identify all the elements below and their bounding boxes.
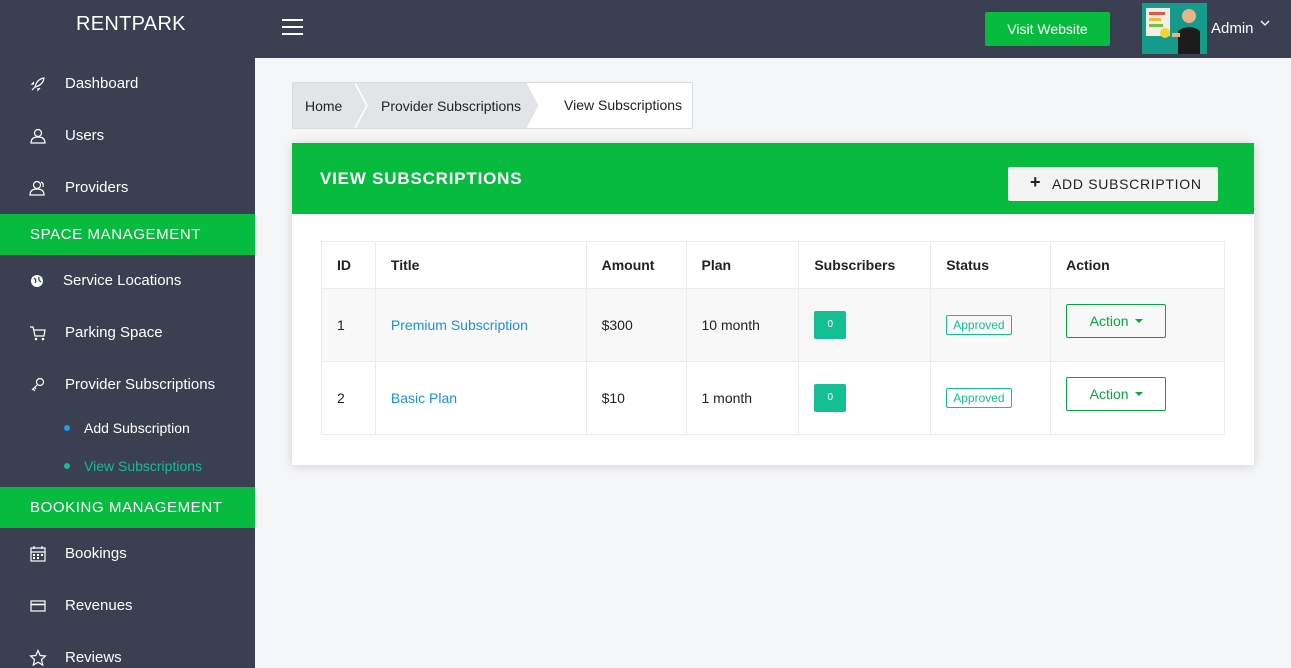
sidebar-subitem-view-subscriptions[interactable]: View Subscriptions bbox=[0, 449, 255, 487]
add-subscription-button[interactable]: + ADD SUBSCRIPTION bbox=[1008, 167, 1218, 201]
chevron-down-icon[interactable] bbox=[1259, 17, 1271, 32]
cart-icon bbox=[29, 324, 47, 342]
sidebar-item-label: Parking Space bbox=[65, 324, 163, 341]
cell-status: Approved bbox=[930, 361, 1052, 435]
caret-down-icon bbox=[1134, 391, 1143, 396]
menu-toggle-icon[interactable] bbox=[282, 19, 303, 37]
key-icon bbox=[29, 376, 47, 394]
sidebar-item-label: Bookings bbox=[65, 545, 127, 562]
status-badge: Approved bbox=[946, 315, 1012, 335]
sidebar-item-bookings[interactable]: Bookings bbox=[0, 528, 255, 580]
action-dropdown-button[interactable]: Action bbox=[1066, 376, 1167, 411]
rocket-icon bbox=[29, 75, 47, 93]
breadcrumb-home[interactable]: Home bbox=[293, 83, 355, 128]
globe-icon bbox=[29, 272, 47, 290]
visit-website-button[interactable]: Visit Website bbox=[985, 12, 1110, 46]
column-header-title: Title bbox=[374, 241, 587, 289]
sidebar-subitem-label: Add Subscription bbox=[84, 420, 190, 436]
cell-action: Action bbox=[1050, 288, 1225, 362]
sidebar-item-users[interactable]: Users bbox=[0, 110, 255, 162]
cell-title: Basic Plan bbox=[374, 361, 587, 435]
sidebar-item-label: Service Locations bbox=[63, 272, 182, 289]
star-icon bbox=[29, 649, 47, 667]
breadcrumb-separator bbox=[355, 83, 368, 128]
avatar[interactable] bbox=[1142, 3, 1207, 54]
breadcrumb-separator bbox=[527, 83, 540, 128]
sidebar-item-label: Dashboard bbox=[65, 75, 139, 92]
breadcrumb-provider-subscriptions[interactable]: Provider Subscriptions bbox=[355, 83, 527, 128]
breadcrumb-label: Home bbox=[305, 98, 343, 114]
subscribers-badge[interactable]: 0 bbox=[814, 311, 847, 339]
credit-card-icon bbox=[29, 597, 47, 615]
cell-plan: 1 month bbox=[685, 361, 800, 435]
table-row: 1 Premium Subscription $300 10 month 0 A… bbox=[321, 288, 1225, 362]
action-label: Action bbox=[1089, 312, 1129, 329]
sidebar-item-providers[interactable]: Providers bbox=[0, 162, 255, 214]
column-header-status: Status bbox=[930, 241, 1052, 289]
cell-action: Action bbox=[1050, 361, 1225, 435]
caret-down-icon bbox=[1134, 318, 1143, 323]
sidebar-item-parking-space[interactable]: Parking Space bbox=[0, 307, 255, 359]
sidebar-item-revenues[interactable]: Revenues bbox=[0, 580, 255, 632]
sidebar-item-label: Provider Subscriptions bbox=[65, 376, 216, 393]
table-row: 2 Basic Plan $10 1 month 0 Approved Acti… bbox=[321, 361, 1225, 435]
card-header: VIEW SUBSCRIPTIONS + ADD SUBSCRIPTION bbox=[292, 143, 1254, 214]
cell-title: Premium Subscription bbox=[374, 288, 587, 362]
status-badge: Approved bbox=[946, 388, 1012, 408]
cell-id: 1 bbox=[321, 288, 376, 362]
page-title: VIEW SUBSCRIPTIONS bbox=[320, 169, 523, 188]
cell-amount: $300 bbox=[585, 288, 687, 362]
subscription-title-link[interactable]: Premium Subscription bbox=[391, 317, 528, 333]
breadcrumb-label: Provider Subscriptions bbox=[381, 98, 522, 114]
section-header-space-management: SPACE MANAGEMENT bbox=[0, 214, 255, 255]
cell-plan: 10 month bbox=[685, 288, 800, 362]
sidebar-subitem-label: View Subscriptions bbox=[84, 458, 203, 474]
subscriptions-table: ID Title Amount Plan Subscribers Status … bbox=[321, 241, 1225, 435]
cell-subscribers: 0 bbox=[798, 361, 932, 435]
brand[interactable]: RENTPARK bbox=[0, 0, 255, 58]
action-label: Action bbox=[1089, 385, 1129, 402]
column-header-action: Action bbox=[1050, 241, 1225, 289]
sidebar-item-label: Users bbox=[65, 127, 105, 144]
cell-id: 2 bbox=[321, 361, 376, 435]
cell-amount: $10 bbox=[585, 361, 687, 435]
cell-status: Approved bbox=[930, 288, 1052, 362]
sidebar-item-label: Providers bbox=[65, 179, 129, 196]
action-dropdown-button[interactable]: Action bbox=[1066, 303, 1167, 338]
sidebar-item-label: Reviews bbox=[65, 649, 122, 666]
sidebar-item-service-locations[interactable]: Service Locations bbox=[0, 255, 255, 307]
users-icon bbox=[29, 179, 47, 197]
cell-subscribers: 0 bbox=[798, 288, 932, 362]
sidebar-item-label: Revenues bbox=[65, 597, 133, 614]
admin-menu[interactable]: Admin bbox=[1211, 20, 1254, 37]
breadcrumb-current: View Subscriptions bbox=[564, 97, 683, 113]
user-icon bbox=[29, 127, 47, 145]
section-title: SPACE MANAGEMENT bbox=[30, 226, 202, 243]
plus-icon: + bbox=[1030, 172, 1041, 192]
subscription-title-link[interactable]: Basic Plan bbox=[391, 390, 457, 406]
column-header-subscribers: Subscribers bbox=[798, 241, 932, 289]
table-header-row: ID Title Amount Plan Subscribers Status … bbox=[321, 241, 1225, 289]
sidebar-item-reviews[interactable]: Reviews bbox=[0, 632, 255, 668]
sidebar: Dashboard Users Providers SPACE MANAGEME… bbox=[0, 58, 255, 668]
subscribers-badge[interactable]: 0 bbox=[814, 384, 847, 412]
column-header-plan: Plan bbox=[685, 241, 800, 289]
column-header-amount: Amount bbox=[585, 241, 687, 289]
calendar-icon bbox=[29, 545, 47, 563]
section-title: BOOKING MANAGEMENT bbox=[30, 499, 223, 516]
bullet-dot bbox=[64, 425, 70, 431]
add-subscription-label: ADD SUBSCRIPTION bbox=[1052, 176, 1202, 192]
column-header-id: ID bbox=[321, 241, 376, 289]
section-header-booking-management: BOOKING MANAGEMENT bbox=[0, 487, 255, 528]
top-bar: RENTPARK Visit Website Admin bbox=[0, 0, 1291, 58]
subscriptions-card: VIEW SUBSCRIPTIONS + ADD SUBSCRIPTION ID… bbox=[292, 143, 1254, 465]
sidebar-item-dashboard[interactable]: Dashboard bbox=[0, 58, 255, 110]
breadcrumb: Provider Subscriptions Home View Subscri… bbox=[292, 82, 693, 129]
sidebar-subitem-add-subscription[interactable]: Add Subscription bbox=[0, 411, 255, 449]
bullet-dot bbox=[64, 463, 70, 469]
brand-name: RENTPARK bbox=[76, 13, 186, 35]
sidebar-item-provider-subscriptions[interactable]: Provider Subscriptions bbox=[0, 359, 255, 411]
